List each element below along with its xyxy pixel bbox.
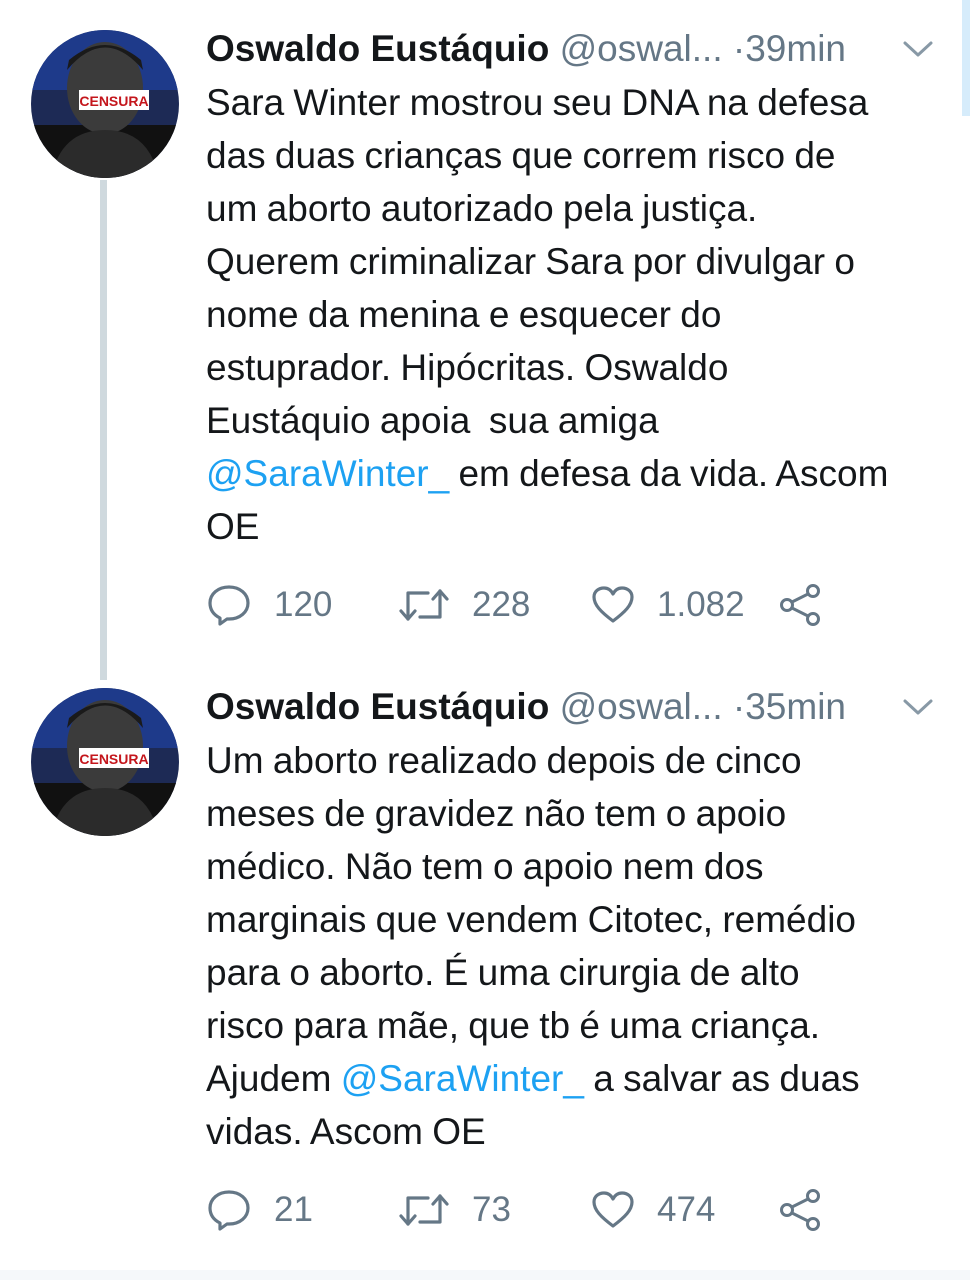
timestamp[interactable]: 39min <box>745 28 846 69</box>
mention-link[interactable]: @SaraWinter_ <box>341 1058 584 1099</box>
avatar[interactable]: CENSURA <box>31 30 179 178</box>
reply-icon <box>208 1190 250 1231</box>
retweet-button[interactable]: 228 <box>398 580 530 630</box>
separator-dot: · <box>732 686 746 727</box>
retweet-count: 73 <box>472 1190 511 1229</box>
separator-dot: · <box>732 28 746 69</box>
avatar-label: CENSURA <box>79 751 148 767</box>
author-name[interactable]: Oswaldo Eustáquio <box>206 28 549 69</box>
share-button[interactable] <box>778 580 824 630</box>
avatar-image: CENSURA <box>31 688 179 836</box>
tweet-actions: 21 73 474 <box>206 1185 846 1235</box>
tweet-menu-button[interactable] <box>902 38 934 60</box>
chevron-down-icon <box>903 699 933 715</box>
mention-link[interactable]: @SaraWinter_ <box>206 453 449 494</box>
avatar-label: CENSURA <box>79 93 148 109</box>
retweet-button[interactable]: 73 <box>398 1185 511 1235</box>
tweet-text-before: Um aborto realizado depois de cinco mese… <box>206 740 856 1099</box>
tweet-text: Um aborto realizado depois de cinco mese… <box>206 734 946 1158</box>
like-button[interactable]: 474 <box>591 1185 715 1235</box>
tweet-header: Oswaldo Eustáquio @oswal... ·39min <box>206 24 846 74</box>
tweet-menu-button[interactable] <box>902 696 934 718</box>
tweet[interactable]: CENSURA Oswaldo Eustáquio @oswal... ·35m… <box>0 660 970 1270</box>
author-handle[interactable]: @oswal... <box>560 686 723 727</box>
tweet-actions: 120 228 1.082 <box>206 580 846 630</box>
reply-button[interactable]: 21 <box>206 1185 313 1235</box>
avatar[interactable]: CENSURA <box>31 688 179 836</box>
tweet[interactable]: CENSURA Oswaldo Eustáquio @oswal... ·39m… <box>0 0 970 660</box>
tweet-text-before: Sara Winter mostrou seu DNA na defesa da… <box>206 82 869 441</box>
retweet-count: 228 <box>472 585 531 624</box>
reply-icon <box>208 585 250 626</box>
like-count: 1.082 <box>657 585 745 624</box>
reply-count: 120 <box>274 585 333 624</box>
chevron-down-icon <box>903 41 933 57</box>
share-button[interactable] <box>778 1185 824 1235</box>
retweet-icon <box>399 1194 449 1226</box>
author-handle[interactable]: @oswal... <box>560 28 723 69</box>
reply-button[interactable]: 120 <box>206 580 332 630</box>
timestamp[interactable]: 35min <box>745 686 846 727</box>
tweet-header: Oswaldo Eustáquio @oswal... ·35min <box>206 682 846 732</box>
share-icon <box>780 1189 820 1231</box>
tweet-text: Sara Winter mostrou seu DNA na defesa da… <box>206 76 946 553</box>
author-name[interactable]: Oswaldo Eustáquio <box>206 686 549 727</box>
like-icon <box>592 586 634 623</box>
avatar-image: CENSURA <box>31 30 179 178</box>
retweet-icon <box>399 589 449 621</box>
like-button[interactable]: 1.082 <box>591 580 745 630</box>
like-icon <box>592 1191 634 1228</box>
bottom-divider <box>0 1270 970 1280</box>
like-count: 474 <box>657 1190 716 1229</box>
share-icon <box>780 584 820 626</box>
reply-count: 21 <box>274 1190 313 1229</box>
